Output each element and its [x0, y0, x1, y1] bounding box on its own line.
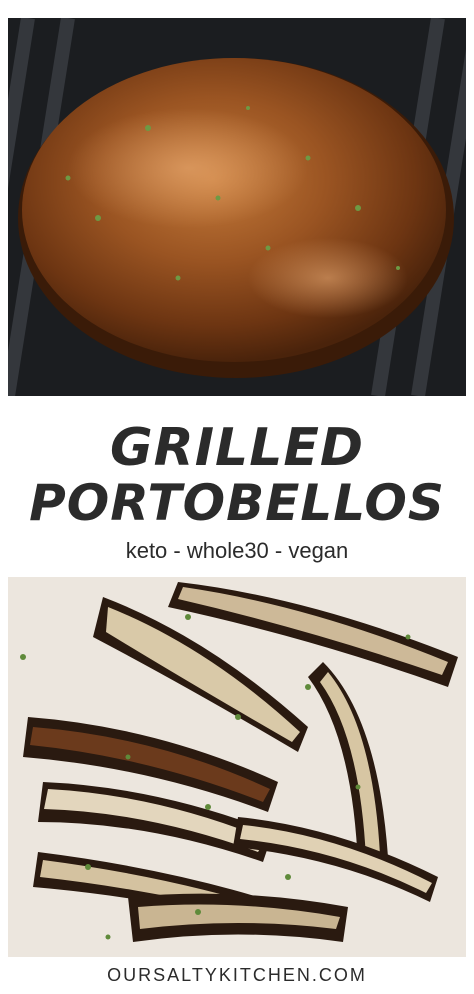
grilled-mushroom-photo — [8, 18, 466, 396]
site-footer: OURSALTYKITCHEN.COM — [107, 965, 367, 985]
title-block: GRILLED PORTOBELLOS keto - whole30 - veg… — [0, 400, 474, 575]
recipe-title-line-1: GRILLED — [109, 418, 365, 478]
recipe-title-line-2: PORTOBELLOS — [29, 474, 445, 532]
sliced-mushrooms-photo — [8, 577, 466, 957]
diet-tags: keto - whole30 - vegan — [125, 538, 349, 563]
